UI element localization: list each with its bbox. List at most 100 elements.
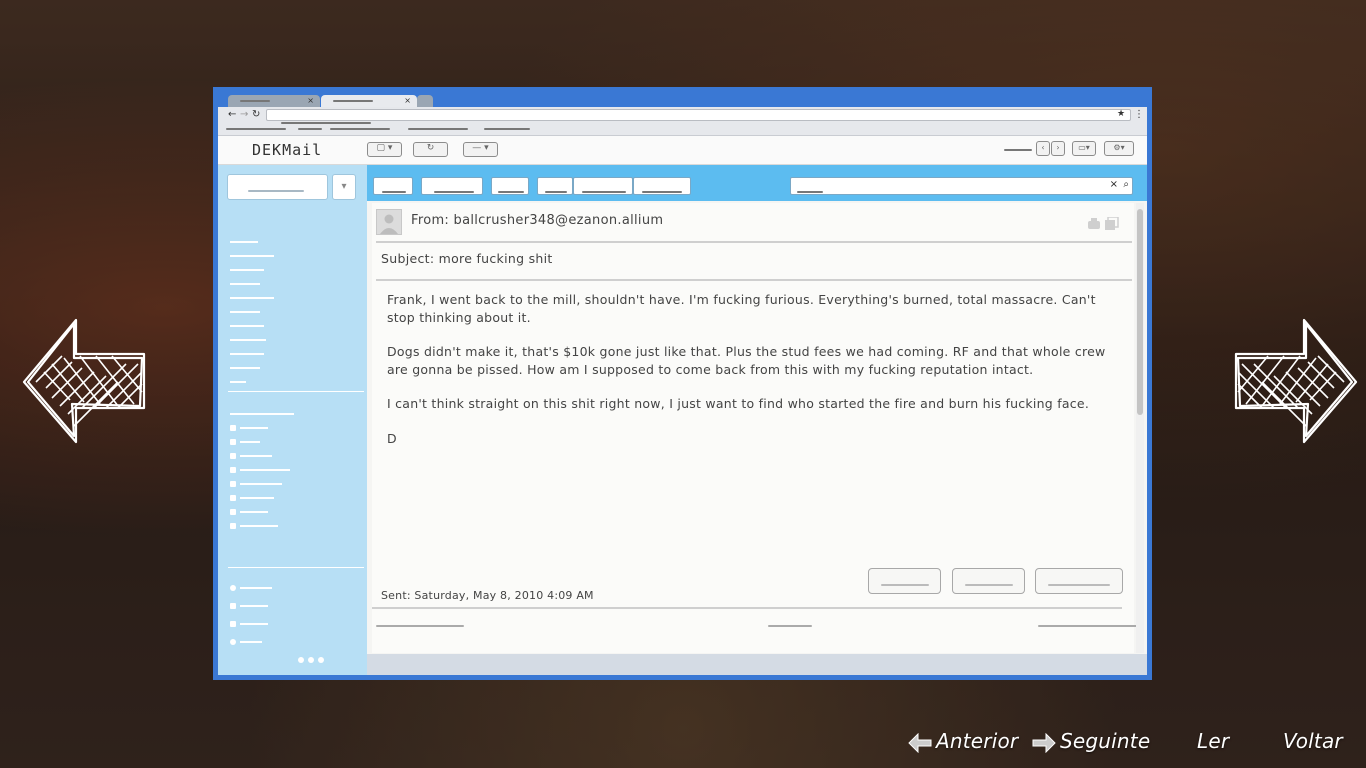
email-paragraph: Dogs didn't make it, that's $10k gone ju…: [387, 344, 1106, 377]
sidebar-folder[interactable]: [230, 487, 274, 501]
reply-action-button[interactable]: [868, 568, 941, 594]
bookmark-scribble[interactable]: [298, 128, 322, 130]
view-toggle-button[interactable]: ▭▾: [1072, 141, 1096, 156]
hint-next-label: Seguinte: [1060, 729, 1151, 753]
bookmark-scribble[interactable]: [330, 128, 390, 130]
menu-icon[interactable]: ⋮: [1134, 109, 1144, 120]
sidebar-item[interactable]: [230, 287, 274, 299]
print-icon[interactable]: [1086, 217, 1120, 231]
sidebar-item[interactable]: [230, 301, 260, 313]
address-row: ← → ↻ ★ ⋮: [218, 107, 1147, 125]
sidebar-item[interactable]: [230, 315, 264, 327]
scrollbar[interactable]: [1136, 203, 1144, 653]
hint-read[interactable]: Ler: [1197, 729, 1229, 753]
sidebar-item[interactable]: [230, 231, 258, 243]
compose-button[interactable]: [227, 174, 328, 200]
forward-icon[interactable]: →: [240, 109, 248, 120]
email-subject: Subject: more fucking shit: [381, 251, 553, 266]
sidebar-folder[interactable]: [230, 445, 272, 459]
compose-edit-button[interactable]: [373, 177, 413, 195]
sidebar-folder[interactable]: [230, 473, 282, 487]
avatar: [376, 209, 402, 235]
email-paragraph: Frank, I went back to the mill, shouldn'…: [387, 292, 1096, 325]
bookmark-scribble[interactable]: [408, 128, 468, 130]
footer-scribble: [768, 625, 812, 627]
compose-scribble: [248, 190, 304, 192]
bookmark-scribble[interactable]: [226, 128, 286, 130]
bookmark-scribble[interactable]: [484, 128, 530, 130]
sidebar-folder[interactable]: [230, 431, 260, 445]
archive-button[interactable]: [491, 177, 529, 195]
button-scribble: [382, 191, 406, 193]
more-button[interactable]: — ▾: [463, 142, 498, 157]
clear-search-icon[interactable]: ×: [1110, 179, 1118, 190]
sidebar-folder[interactable]: [230, 459, 290, 473]
sidebar-item[interactable]: [230, 245, 274, 257]
refresh-button[interactable]: ↻: [413, 142, 448, 157]
tab-title-scribble: [240, 100, 270, 102]
sidebar-folder[interactable]: [230, 501, 268, 515]
reply-all-action-button[interactable]: [1035, 568, 1123, 594]
close-icon[interactable]: ×: [404, 95, 411, 107]
footer-divider: [372, 607, 1122, 609]
tab-title-scribble: [333, 100, 373, 102]
button-scribble: [965, 584, 1013, 586]
hint-next[interactable]: Seguinte: [1032, 729, 1150, 753]
page-count-scribble: [1004, 149, 1032, 151]
hint-read-label: Ler: [1197, 729, 1230, 753]
next-page-button[interactable]: ›: [1051, 141, 1065, 156]
button-scribble: [642, 191, 682, 193]
tab-inactive[interactable]: ×: [228, 95, 320, 107]
search-input[interactable]: × ⌕: [790, 177, 1133, 195]
address-bar[interactable]: [266, 109, 1131, 124]
reload-icon[interactable]: ↻: [252, 109, 260, 120]
button-scribble: [582, 191, 626, 193]
star-icon[interactable]: ★: [1117, 109, 1125, 119]
hint-previous[interactable]: Anterior: [908, 729, 1018, 753]
select-checkbox-button[interactable]: ▢ ▾: [367, 142, 402, 157]
new-tab-button[interactable]: [417, 95, 433, 107]
sidebar-item[interactable]: [230, 329, 266, 341]
sidebar-contact[interactable]: [230, 613, 268, 627]
compose-dropdown[interactable]: ▾: [332, 174, 356, 200]
hint-previous-label: Anterior: [936, 729, 1019, 753]
more-actions-button[interactable]: [633, 177, 691, 195]
button-scribble: [1048, 584, 1110, 586]
hint-back[interactable]: Voltar: [1283, 729, 1343, 753]
label-button[interactable]: [573, 177, 633, 195]
scrollbar-thumb[interactable]: [1137, 209, 1143, 415]
sidebar-folder[interactable]: [230, 417, 268, 431]
bottom-strip: [367, 654, 1147, 675]
sidebar-item[interactable]: [230, 273, 260, 285]
search-icon[interactable]: ⌕: [1123, 179, 1129, 190]
tab-active[interactable]: ×: [321, 95, 417, 107]
sidebar-item[interactable]: [230, 403, 294, 415]
footer-scribble: [376, 625, 464, 627]
browser-window: × × ← → ↻ ★ ⋮ DEKMail ▢ ▾ ↻ — ▾ ‹ › ▭▾ ⚙…: [218, 93, 1147, 675]
sidebar-item[interactable]: [230, 371, 246, 383]
sidebar-status-icons[interactable]: [298, 649, 328, 663]
email-view: From: ballcrusher348@ezanon.allium Subje…: [372, 203, 1138, 653]
sidebar-item[interactable]: [230, 343, 264, 355]
reply-button[interactable]: [421, 177, 483, 195]
sidebar-contact[interactable]: [230, 595, 268, 609]
sidebar-contact[interactable]: [230, 631, 262, 645]
left-arrow-icon: [908, 732, 932, 753]
settings-button[interactable]: ⚙▾: [1104, 141, 1134, 156]
sidebar-folder[interactable]: [230, 515, 278, 529]
close-icon[interactable]: ×: [307, 95, 314, 107]
left-arrow-icon[interactable]: [22, 316, 148, 446]
prev-page-button[interactable]: ‹: [1036, 141, 1050, 156]
sidebar-contact[interactable]: [230, 577, 272, 591]
app-logo: DEKMail: [252, 141, 323, 159]
move-button[interactable]: [537, 177, 573, 195]
forward-action-button[interactable]: [952, 568, 1025, 594]
sidebar-item[interactable]: [230, 259, 264, 271]
right-arrow-icon[interactable]: [1232, 316, 1358, 446]
hint-back-label: Voltar: [1283, 729, 1343, 753]
back-icon[interactable]: ←: [228, 109, 236, 120]
sidebar: ▾: [218, 165, 367, 675]
bookmarks-bar: [218, 124, 1147, 136]
mail-app-bar: DEKMail ▢ ▾ ↻ — ▾ ‹ › ▭▾ ⚙▾: [218, 136, 1147, 165]
sidebar-item[interactable]: [230, 357, 260, 369]
